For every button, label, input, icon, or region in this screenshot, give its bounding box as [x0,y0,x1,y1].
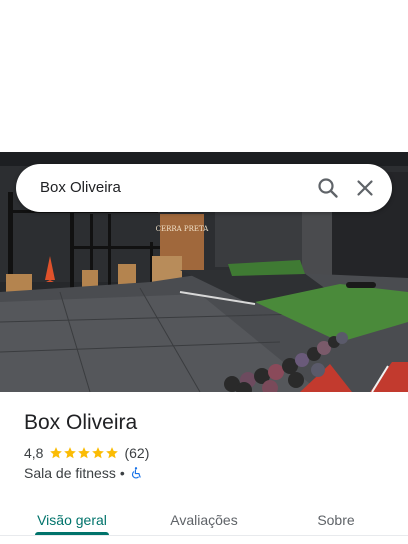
rating-row[interactable]: 4,8 (62) [24,444,149,462]
star-icon [64,447,77,459]
close-icon[interactable] [353,176,377,200]
tabs-divider [0,535,408,536]
category-row: Sala de fitness • [24,464,143,482]
rating-stars [49,446,119,460]
place-tabs: Visão geral Avaliações Sobre [0,498,408,544]
blank-map-area [0,0,408,152]
rating-value: 4,8 [24,445,44,461]
search-input[interactable]: Box Oliveira [40,178,121,198]
place-info-panel: Box Oliveira 4,8 (62) Sala de fitness • … [0,392,408,544]
place-category: Sala de fitness [24,465,116,481]
wheelchair-icon [131,467,141,479]
search-bar[interactable]: Box Oliveira [16,164,392,212]
place-title: Box Oliveira [24,411,138,434]
star-icon [106,447,119,459]
search-icon[interactable] [316,176,340,200]
separator-dot: • [119,465,125,481]
sign-text: CERRA PRETA [156,225,210,233]
star-icon [50,447,63,459]
review-count[interactable]: (62) [124,445,149,461]
star-icon [92,447,105,459]
star-icon [78,447,91,459]
